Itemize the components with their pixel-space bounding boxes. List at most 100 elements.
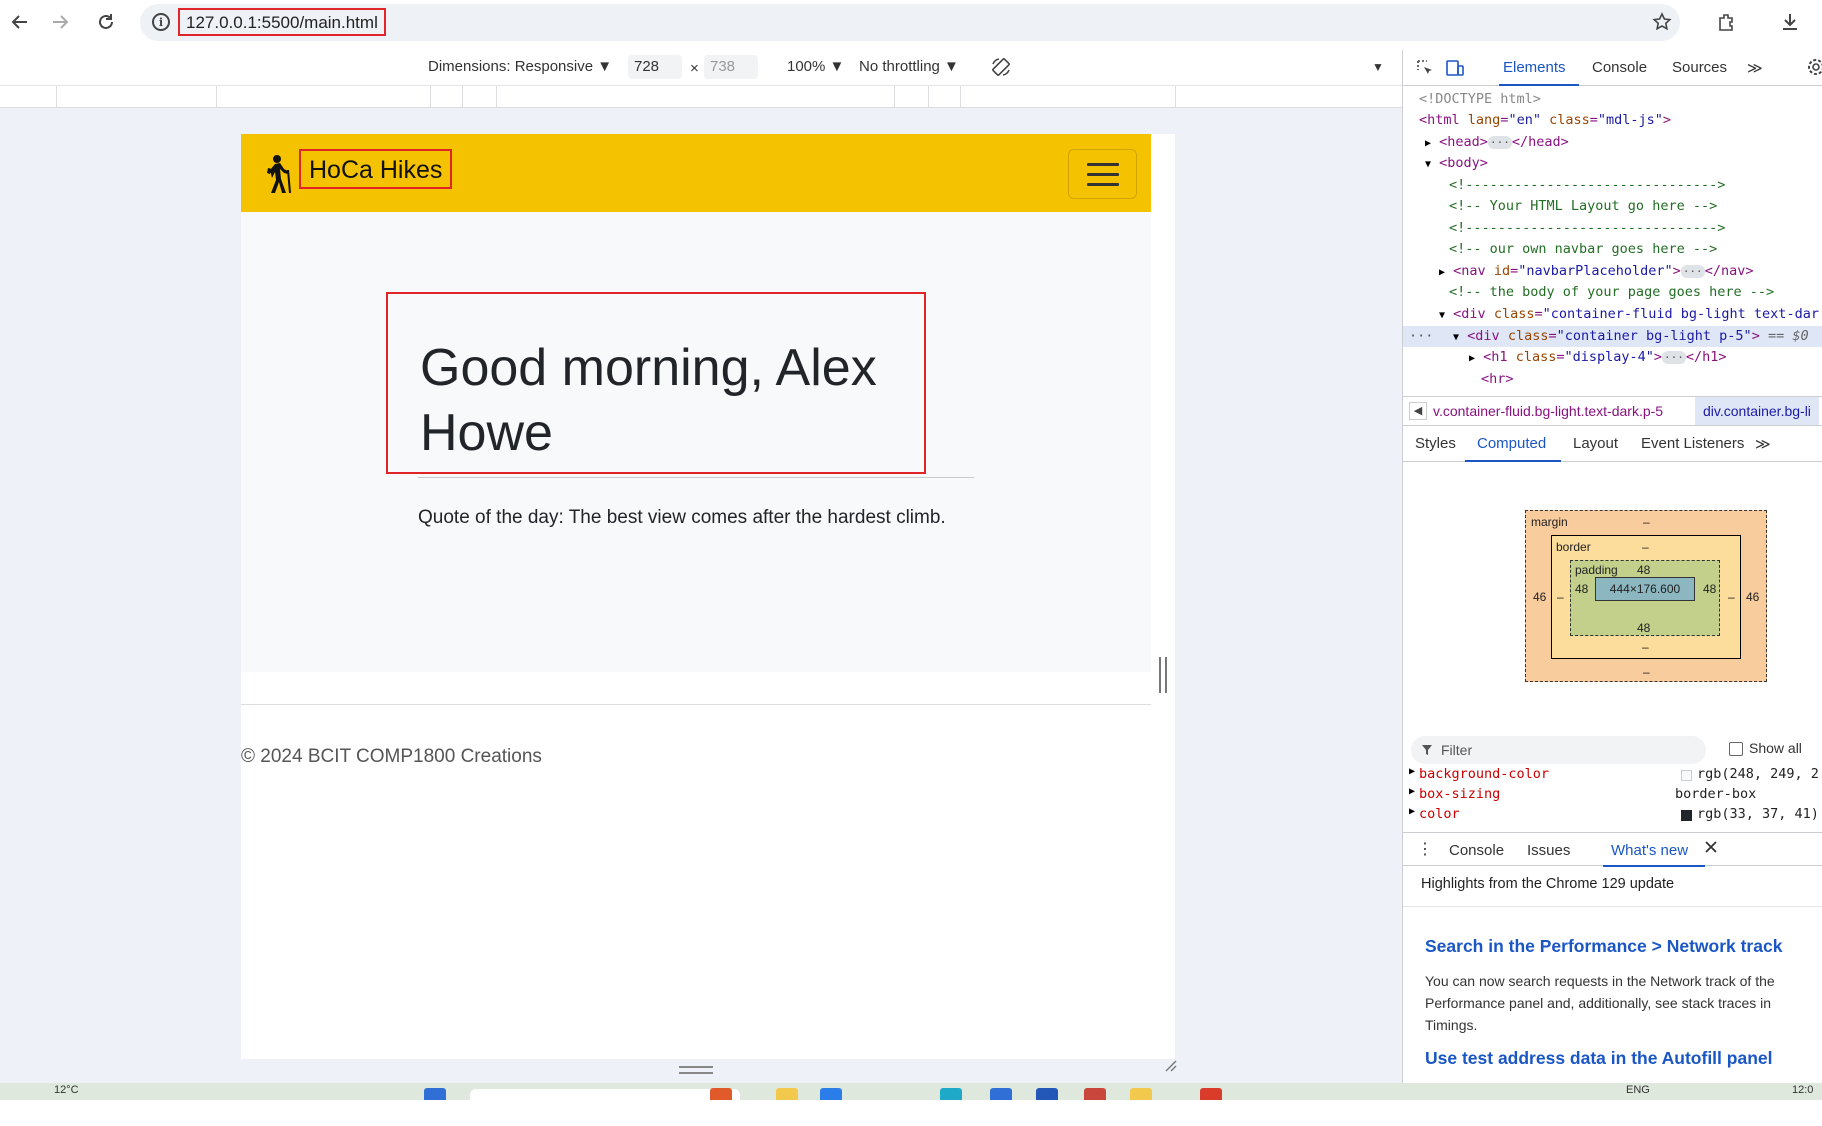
- tab-console[interactable]: Console: [1592, 59, 1647, 76]
- border-right-value[interactable]: –: [1728, 590, 1735, 604]
- app-icon[interactable]: [1084, 1088, 1106, 1100]
- app-icon[interactable]: [1200, 1088, 1222, 1100]
- breadcrumb-item-container-fluid[interactable]: v.container-fluid.bg-light.text-dark.p-5: [1433, 403, 1663, 419]
- dom-doctype[interactable]: <!DOCTYPE html>: [1419, 89, 1541, 111]
- weather-temp[interactable]: 12°C: [54, 1084, 79, 1096]
- footer-divider: [241, 704, 1151, 705]
- dom-comment-1[interactable]: <!------------------------------->: [1449, 175, 1725, 197]
- zoom-dropdown[interactable]: 100% ▼: [787, 58, 844, 75]
- margin-right-value[interactable]: 46: [1746, 590, 1759, 604]
- dom-div-container-selected[interactable]: ▼ <div class="container bg-light p-5"> =…: [1453, 326, 1809, 349]
- star-icon[interactable]: [1648, 8, 1676, 36]
- device-more-dropdown[interactable]: ▼: [1372, 60, 1384, 74]
- margin-left-value[interactable]: 46: [1533, 590, 1546, 604]
- dom-div-container-fluid[interactable]: ▼ <div class="container-fluid bg-light t…: [1439, 304, 1819, 327]
- border-bottom-value[interactable]: –: [1642, 640, 1649, 654]
- app-icon[interactable]: [1130, 1088, 1152, 1100]
- whats-new-link-autofill[interactable]: Use test address data in the Autofill pa…: [1425, 1048, 1772, 1069]
- padding-label: padding: [1575, 563, 1618, 577]
- tab-elements[interactable]: Elements: [1503, 59, 1566, 76]
- dom-comment-5[interactable]: <!-- the body of your page goes here -->: [1449, 282, 1774, 304]
- reload-icon[interactable]: [92, 8, 120, 36]
- close-icon[interactable]: [1705, 840, 1717, 857]
- show-all-label: Show all: [1749, 740, 1802, 756]
- drawer-tabs: ⋮ Console Issues What's new: [1403, 832, 1822, 867]
- clock[interactable]: 12:0: [1792, 1084, 1813, 1096]
- download-icon[interactable]: [1776, 8, 1804, 36]
- box-model-diagram: margin – – 46 46 border – – – – padding …: [1525, 510, 1767, 682]
- dom-hr[interactable]: <hr>: [1481, 369, 1514, 386]
- app-icon[interactable]: [990, 1088, 1012, 1100]
- tab-computed[interactable]: Computed: [1477, 435, 1546, 452]
- height-input[interactable]: 738: [704, 55, 758, 79]
- margin-top-value[interactable]: –: [1643, 515, 1650, 529]
- computed-filter-input[interactable]: Filter: [1411, 736, 1706, 764]
- hamburger-menu-button[interactable]: [1068, 149, 1137, 199]
- drawer-tab-issues[interactable]: Issues: [1527, 842, 1570, 859]
- dom-nav[interactable]: ▶ <nav id="navbarPlaceholder"> ··· </nav>: [1439, 261, 1753, 284]
- dom-body[interactable]: ▼ <body>: [1425, 153, 1488, 176]
- forward-arrow-icon[interactable]: [46, 8, 74, 36]
- settings-gear-icon[interactable]: [1807, 58, 1822, 80]
- padding-left-value[interactable]: 48: [1575, 582, 1588, 596]
- drawer-menu-icon[interactable]: ⋮: [1417, 839, 1433, 859]
- dom-h1[interactable]: ▶ <h1 class="display-4"> ··· </h1>: [1469, 347, 1727, 370]
- url-text[interactable]: 127.0.0.1:5500/main.html: [178, 8, 386, 36]
- app-icon[interactable]: [820, 1088, 842, 1100]
- dom-comment-2[interactable]: <!-- Your HTML Layout go here -->: [1449, 196, 1717, 218]
- breadcrumb-item-container[interactable]: div.container.bg-li: [1695, 397, 1819, 425]
- app-icon[interactable]: [710, 1088, 732, 1100]
- taskbar-search[interactable]: [470, 1089, 740, 1100]
- divider: [418, 477, 974, 478]
- content-box-size[interactable]: 444×176.600: [1595, 577, 1695, 601]
- border-left-value[interactable]: –: [1557, 590, 1564, 604]
- app-icon[interactable]: [940, 1088, 962, 1100]
- tab-styles[interactable]: Styles: [1415, 435, 1456, 452]
- tab-layout[interactable]: Layout: [1573, 435, 1618, 452]
- width-input[interactable]: 728: [628, 55, 682, 79]
- extensions-icon[interactable]: [1712, 8, 1740, 36]
- drawer-tab-console[interactable]: Console: [1449, 842, 1504, 859]
- info-icon[interactable]: i: [152, 13, 170, 31]
- device-toggle-icon[interactable]: [1445, 58, 1465, 82]
- dom-head[interactable]: ▶ <head> ··· </head>: [1425, 132, 1569, 155]
- language-indicator[interactable]: ENG: [1626, 1084, 1650, 1096]
- throttling-dropdown[interactable]: No throttling ▼: [859, 58, 959, 75]
- dom-html[interactable]: <html lang="en" class="mdl-js">: [1419, 110, 1671, 132]
- dom-comment-4[interactable]: <!-- our own navbar goes here -->: [1449, 239, 1717, 261]
- back-arrow-icon[interactable]: [6, 8, 34, 36]
- whats-new-link-network-track[interactable]: Search in the Performance > Network trac…: [1425, 936, 1782, 957]
- side-panel-tabs: Styles Computed Layout Event Listeners ≫: [1403, 426, 1822, 462]
- tab-sources[interactable]: Sources: [1672, 59, 1727, 76]
- more-tabs-icon[interactable]: ≫: [1747, 59, 1763, 77]
- breadcrumb-scroll-left-icon[interactable]: ◀: [1409, 402, 1427, 420]
- margin-bottom-value[interactable]: –: [1643, 665, 1650, 679]
- devtools-panel: Elements Console Sources ≫ <!DOCTYPE htm…: [1402, 50, 1822, 1083]
- start-icon[interactable]: [424, 1088, 446, 1100]
- bottom-resize-handle[interactable]: [679, 1066, 713, 1074]
- dimensions-dropdown[interactable]: Dimensions: Responsive ▼: [428, 58, 612, 75]
- dom-breadcrumbs: ◀ v.container-fluid.bg-light.text-dark.p…: [1403, 396, 1822, 426]
- dom-row-menu[interactable]: ···: [1409, 326, 1433, 348]
- whats-new-body: You can now search requests in the Netwo…: [1425, 973, 1775, 1033]
- padding-top-value[interactable]: 48: [1637, 563, 1650, 577]
- tab-event-listeners[interactable]: Event Listeners: [1641, 435, 1744, 452]
- app-icon[interactable]: [1036, 1088, 1058, 1100]
- dom-comment-3[interactable]: <!------------------------------->: [1449, 218, 1725, 240]
- rotate-icon[interactable]: [990, 56, 1012, 82]
- address-bar[interactable]: i 127.0.0.1:5500/main.html: [140, 4, 1680, 41]
- app-icon[interactable]: [776, 1088, 798, 1100]
- border-top-value[interactable]: –: [1642, 540, 1649, 554]
- dom-tree: <!DOCTYPE html> <html lang="en" class="m…: [1403, 86, 1822, 386]
- padding-box: padding 48 48 48 48 444×176.600: [1570, 560, 1720, 636]
- hiker-icon[interactable]: [263, 154, 293, 194]
- corner-resize-handle[interactable]: [1163, 1058, 1177, 1075]
- show-all-checkbox[interactable]: [1729, 742, 1743, 756]
- side-resize-handle[interactable]: [1159, 657, 1167, 693]
- brand-name[interactable]: HoCa Hikes: [299, 149, 453, 189]
- padding-right-value[interactable]: 48: [1703, 582, 1716, 596]
- inspect-element-icon[interactable]: [1415, 58, 1435, 82]
- drawer-tab-whats-new[interactable]: What's new: [1611, 842, 1688, 859]
- more-side-tabs-icon[interactable]: ≫: [1755, 435, 1771, 453]
- padding-bottom-value[interactable]: 48: [1637, 621, 1650, 635]
